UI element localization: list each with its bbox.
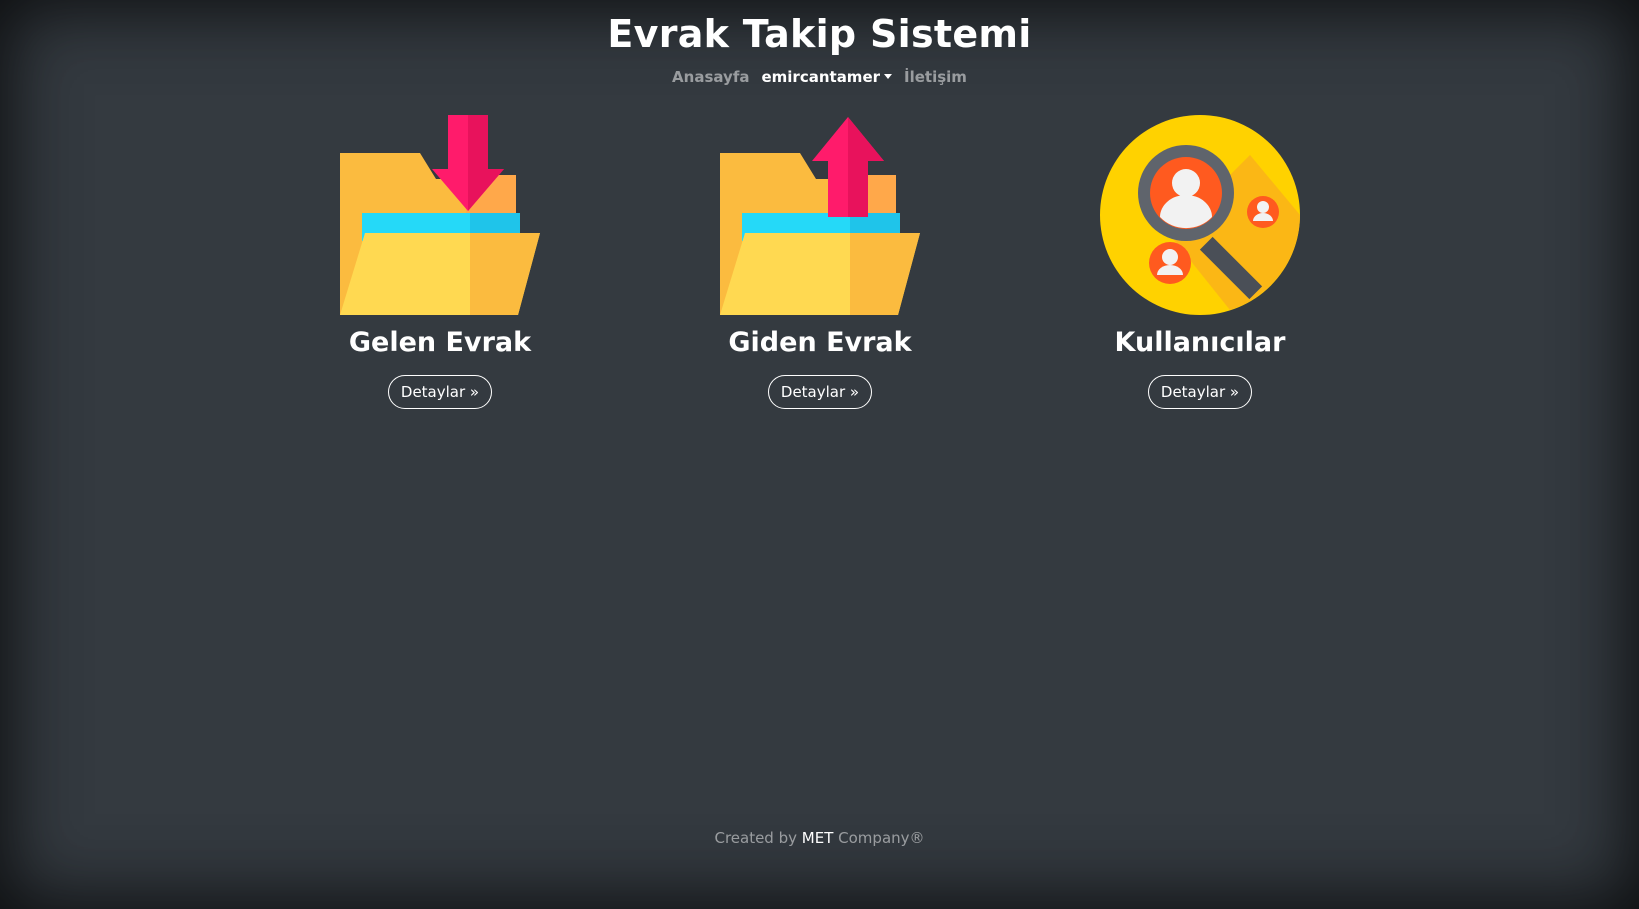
incoming-details-button[interactable]: Detaylar »	[387, 375, 493, 409]
footer-prefix: Created by	[714, 829, 797, 847]
footer-suffix: Company®	[838, 829, 925, 847]
footer-brand[interactable]: MET	[802, 829, 834, 847]
users-details-button[interactable]: Detaylar »	[1147, 375, 1253, 409]
outgoing-details-button[interactable]: Detaylar »	[767, 375, 873, 409]
site-title[interactable]: Evrak Takip Sistemi	[0, 10, 1639, 58]
card-title: Giden Evrak	[728, 327, 912, 358]
card-title: Kullanıcılar	[1114, 327, 1286, 358]
folder-download-icon	[340, 115, 540, 315]
navbar: Anasayfa emircantamer İletişim	[0, 68, 1639, 86]
footer: Created by MET Company®	[0, 829, 1639, 847]
nav-user-label: emircantamer	[761, 68, 881, 86]
nav-user-dropdown[interactable]: emircantamer	[759, 68, 894, 86]
nav-home-link[interactable]: Anasayfa	[670, 68, 751, 86]
card-users: Kullanıcılar Detaylar »	[1070, 115, 1330, 409]
card-outgoing-documents: Giden Evrak Detaylar »	[690, 115, 950, 409]
header: Evrak Takip Sistemi Anasayfa emircantame…	[0, 0, 1639, 86]
page: Evrak Takip Sistemi Anasayfa emircantame…	[0, 0, 1639, 909]
caret-down-icon	[884, 74, 893, 79]
card-incoming-documents: Gelen Evrak Detaylar »	[310, 115, 570, 409]
folder-upload-icon	[720, 117, 920, 315]
user-search-icon	[1100, 115, 1300, 315]
card-title: Gelen Evrak	[348, 327, 532, 358]
nav-contact-link[interactable]: İletişim	[902, 68, 969, 86]
